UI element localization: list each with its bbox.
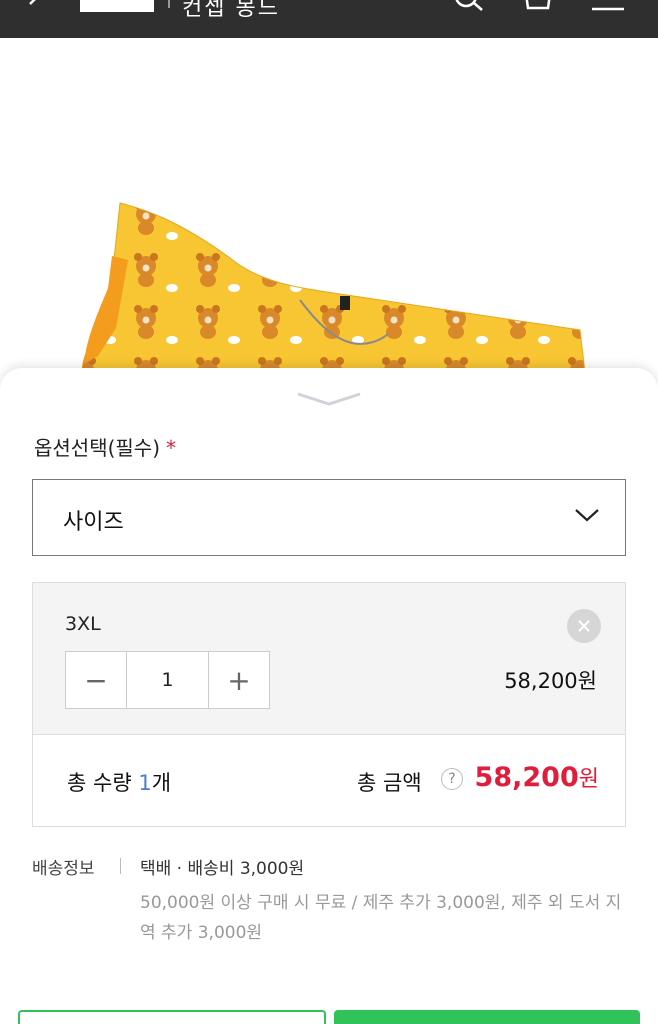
total-quantity: 총 수량 1개 (67, 767, 171, 797)
top-navigation-bar: 컨셉 몽드 (0, 0, 658, 38)
option-bottom-sheet: 옵션선택(필수) * 사이즈 3XL − 1 + 58,200원 총 수량 1개 … (0, 368, 658, 1024)
option-price: 58,200원 (504, 669, 597, 693)
size-select-value: 사이즈 (63, 510, 124, 535)
total-amount: 58,200원 (475, 761, 599, 793)
header-divider (168, 0, 170, 8)
help-icon[interactable]: ? (441, 768, 463, 790)
option-label-text: 옵션선택(필수) (34, 436, 161, 460)
brand-logo[interactable] (80, 0, 154, 12)
required-mark: * (166, 436, 177, 460)
quantity-stepper: − 1 + (65, 651, 270, 709)
back-arrow-icon[interactable] (24, 0, 44, 14)
menu-icon[interactable] (590, 0, 626, 19)
shipping-label: 배송정보 (32, 859, 95, 879)
total-quantity-unit: 개 (151, 771, 172, 795)
chevron-down-icon (573, 506, 601, 528)
primary-action-button[interactable] (334, 1010, 640, 1024)
cart-icon[interactable] (522, 0, 554, 16)
increase-quantity-button[interactable]: + (209, 652, 269, 708)
total-quantity-label: 총 수량 (67, 771, 132, 795)
total-amount-label: 총 금액 (357, 771, 422, 795)
selected-option-name: 3XL (65, 613, 101, 635)
shipping-method: 택배 · 배송비 3,000원 (140, 859, 305, 879)
search-icon[interactable] (452, 0, 488, 18)
brand-name: 컨셉 몽드 (182, 0, 280, 21)
collapse-sheet-handle[interactable] (294, 390, 364, 412)
product-image (0, 38, 658, 398)
size-select[interactable]: 사이즈 (32, 479, 626, 556)
decrease-quantity-button[interactable]: − (66, 652, 126, 708)
close-icon (578, 620, 590, 632)
quantity-value[interactable]: 1 (126, 652, 209, 708)
total-quantity-value: 1 (138, 771, 152, 795)
secondary-action-button[interactable] (18, 1010, 326, 1024)
option-section-label: 옵션선택(필수) * (34, 432, 176, 461)
shipping-divider (120, 858, 121, 874)
shipping-detail: 50,000원 이상 구매 시 무료 / 제주 추가 3,000원, 제주 외 … (140, 893, 622, 943)
remove-option-button[interactable] (567, 609, 601, 643)
total-amount-unit: 원 (578, 767, 599, 792)
total-amount-value: 58,200 (474, 762, 579, 793)
totals-row: 총 수량 1개 총 금액 ? 58,200원 (33, 735, 625, 826)
selected-option-panel: 3XL − 1 + 58,200원 총 수량 1개 총 금액 ? 58,200원 (32, 582, 626, 827)
